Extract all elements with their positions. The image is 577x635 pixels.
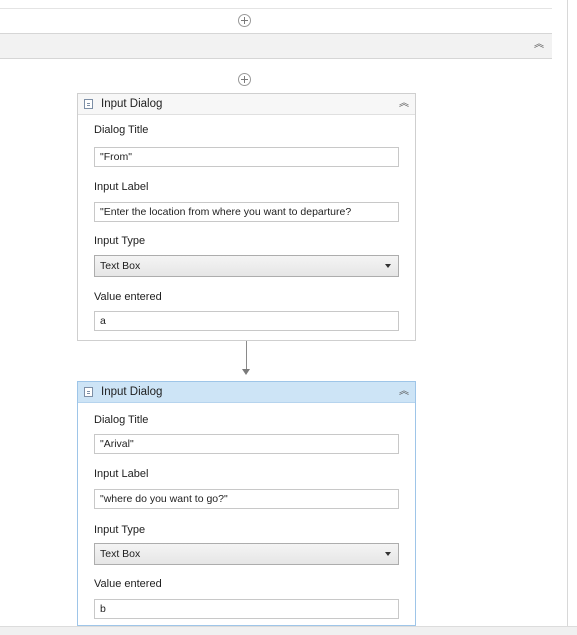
input-label-label: Input Label <box>94 468 149 480</box>
activity-header[interactable]: Input Dialog ︽ <box>78 382 415 403</box>
input-type-dropdown[interactable]: Text Box <box>94 543 399 565</box>
divider <box>0 8 552 9</box>
value-entered-input[interactable]: a <box>94 311 399 331</box>
arrow-down-icon <box>242 369 250 375</box>
input-label-input[interactable]: "where do you want to go?" <box>94 489 399 509</box>
input-type-selected-value: Text Box <box>100 548 141 560</box>
input-label-input[interactable]: "Enter the location from where you want … <box>94 202 399 222</box>
input-type-label: Input Type <box>94 235 146 247</box>
workflow-designer-canvas: ︽ Input Dialog ︽ Dialog Title "From" Inp… <box>0 0 577 635</box>
input-type-label: Input Type <box>94 524 146 536</box>
add-activity-plus-icon[interactable] <box>238 14 251 27</box>
value-entered-input[interactable]: b <box>94 599 399 619</box>
caret-down-icon[interactable] <box>385 264 391 268</box>
dialog-title-label: Dialog Title <box>94 414 149 426</box>
sequence-header[interactable]: ︽ <box>0 33 552 59</box>
input-type-dropdown[interactable]: Text Box <box>94 255 399 277</box>
activity-header[interactable]: Input Dialog ︽ <box>78 94 415 115</box>
input-dialog-icon <box>84 99 93 109</box>
input-dialog-icon <box>84 387 93 397</box>
dialog-title-input[interactable]: "From" <box>94 147 399 167</box>
input-type-selected-value: Text Box <box>100 260 141 272</box>
activity-title: Input Dialog <box>101 98 163 110</box>
dialog-title-input[interactable]: "Arival" <box>94 434 399 454</box>
collapse-double-chevron-icon[interactable]: ︽ <box>398 386 410 398</box>
value-entered-label: Value entered <box>94 578 162 590</box>
input-dialog-activity[interactable]: Input Dialog ︽ Dialog Title "From" Input… <box>77 93 416 341</box>
activity-title: Input Dialog <box>101 386 163 398</box>
value-entered-label: Value entered <box>94 291 162 303</box>
collapse-double-chevron-icon[interactable]: ︽ <box>533 39 545 51</box>
input-label-label: Input Label <box>94 181 149 193</box>
dialog-title-label: Dialog Title <box>94 124 149 136</box>
collapse-double-chevron-icon[interactable]: ︽ <box>398 98 410 110</box>
caret-down-icon[interactable] <box>385 552 391 556</box>
panel-border <box>567 0 568 634</box>
input-dialog-activity-selected[interactable]: Input Dialog ︽ Dialog Title "Arival" Inp… <box>77 381 416 626</box>
flow-connector <box>246 341 247 371</box>
add-activity-plus-icon[interactable] <box>238 73 251 86</box>
